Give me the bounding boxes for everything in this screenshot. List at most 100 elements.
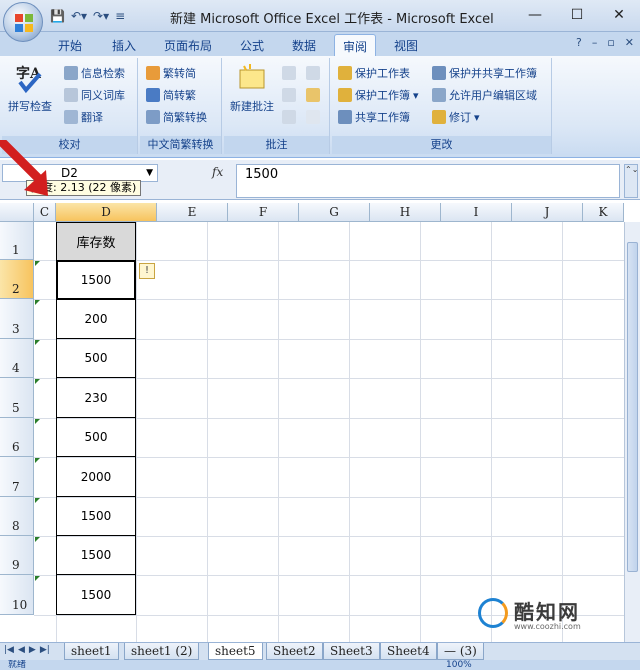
tab-formulas[interactable]: 公式 — [232, 34, 272, 56]
show-all-comments-button[interactable] — [306, 86, 320, 104]
close-book-icon[interactable]: ✕ — [625, 36, 634, 49]
show-all-comments-icon — [306, 88, 320, 102]
row-header-2[interactable]: 2 — [0, 260, 34, 299]
cell-d6[interactable]: 500 — [56, 418, 136, 457]
minimize-book-icon[interactable]: – — [592, 36, 598, 49]
thesaurus-button[interactable]: 同义词库 — [64, 86, 125, 104]
sheet-tab-sheet2[interactable]: Sheet2 — [266, 643, 323, 660]
previous-comment-button[interactable] — [282, 86, 296, 104]
insert-function-icon[interactable]: fx — [212, 165, 223, 179]
sheet-tab-sheet4[interactable]: Sheet4 — [380, 643, 437, 660]
next-comment-button[interactable] — [282, 108, 296, 126]
track-changes-button[interactable]: 修订 ▾ — [432, 108, 480, 126]
column-header-k[interactable]: K — [583, 203, 624, 222]
column-header-c[interactable]: C — [34, 203, 56, 222]
next-sheet-icon[interactable]: ▶ — [29, 645, 36, 655]
redo-icon[interactable]: ↷▾ — [93, 9, 109, 23]
protect-workbook-label: 保护工作簿 — [355, 89, 410, 102]
row-header-4[interactable]: 4 — [0, 339, 34, 378]
customize-qat-icon[interactable]: ≡ — [115, 9, 125, 23]
title-bar: 💾 ↶▾ ↷▾ ≡ 新建 Microsoft Office Excel 工作表 … — [0, 0, 640, 42]
delete-comment-icon — [282, 66, 296, 80]
show-ink-icon — [306, 110, 320, 124]
translate-icon — [64, 110, 78, 124]
column-header-j[interactable]: J — [512, 203, 583, 222]
maximize-icon[interactable]: ☐ — [556, 0, 598, 30]
tab-view[interactable]: 视图 — [386, 34, 426, 56]
simp-to-trad-button[interactable]: 简转繁 — [146, 86, 196, 104]
cell-d9[interactable]: 1500 — [56, 536, 136, 575]
column-header-d[interactable]: D — [56, 203, 157, 222]
row-header-10[interactable]: 10 — [0, 575, 34, 615]
trad-to-simp-button[interactable]: 繁转简 — [146, 64, 196, 82]
restore-book-icon[interactable]: ▫ — [607, 36, 614, 49]
cell-d3[interactable]: 200 — [56, 300, 136, 339]
row-header-1[interactable]: 1 — [0, 222, 34, 260]
expand-formula-bar-icon[interactable]: ⌃⌄ — [624, 164, 638, 198]
cell-d2[interactable]: 1500 — [56, 260, 136, 300]
cell-d8[interactable]: 1500 — [56, 497, 136, 536]
row-header-9[interactable]: 9 — [0, 536, 34, 575]
cell-d4[interactable]: 500 — [56, 339, 136, 378]
show-comment-button[interactable] — [306, 64, 320, 82]
save-icon[interactable]: 💾 — [50, 9, 65, 23]
delete-comment-button[interactable] — [282, 64, 296, 82]
tab-data[interactable]: 数据 — [284, 34, 324, 56]
prev-sheet-icon[interactable]: ◀ — [18, 645, 25, 655]
sheet-tab-extra[interactable]: — (3) — [437, 643, 484, 660]
column-header-h[interactable]: H — [370, 203, 441, 222]
share-workbook-button[interactable]: 共享工作簿 — [338, 108, 410, 126]
tab-review[interactable]: 审阅 — [334, 34, 377, 56]
status-ready: 就绪 — [8, 660, 27, 670]
show-ink-button[interactable] — [306, 108, 320, 126]
undo-icon[interactable]: ↶▾ — [71, 9, 87, 23]
new-comment-button[interactable]: 新建批注 — [226, 62, 278, 114]
tab-insert[interactable]: 插入 — [104, 34, 144, 56]
new-comment-icon — [236, 62, 268, 94]
row-header-8[interactable]: 8 — [0, 497, 34, 536]
formula-input[interactable]: 1500 — [236, 164, 620, 198]
office-button[interactable] — [3, 2, 43, 42]
translate-button[interactable]: 翻译 — [64, 108, 103, 126]
column-header-e[interactable]: E — [157, 203, 228, 222]
last-sheet-icon[interactable]: ▶| — [40, 645, 50, 655]
simp-trad-convert-button[interactable]: 简繁转换 — [146, 108, 207, 126]
watermark-logo: 酷知网 www.coozhi.com — [478, 594, 608, 640]
zoom-level[interactable]: 100% — [446, 660, 472, 670]
protect-workbook-button[interactable]: 保护工作簿 ▾ — [338, 86, 419, 104]
column-header-i[interactable]: I — [441, 203, 512, 222]
cell-d1[interactable]: 库存数 — [56, 222, 136, 261]
worksheet-grid[interactable]: C D E F G H I J K 1 2 3 4 5 6 7 8 9 10 库… — [0, 203, 640, 643]
spell-check-button[interactable]: 字A 拼写检查 — [4, 62, 56, 114]
sheet-tab-sheet3[interactable]: Sheet3 — [323, 643, 380, 660]
minimize-icon[interactable]: — — [514, 0, 556, 30]
tab-home[interactable]: 开始 — [50, 34, 90, 56]
column-header-g[interactable]: G — [299, 203, 370, 222]
sheet-tab-sheet1[interactable]: sheet1 — [64, 643, 119, 660]
spell-check-icon: 字A — [14, 62, 46, 94]
vertical-scroll-thumb[interactable] — [627, 242, 638, 572]
select-all-corner[interactable] — [0, 203, 34, 222]
help-icon[interactable]: ? — [576, 36, 582, 49]
cell-d7[interactable]: 2000 — [56, 457, 136, 497]
first-sheet-icon[interactable]: |◀ — [4, 645, 14, 655]
name-box-dropdown-icon[interactable]: ▼ — [146, 165, 153, 181]
protect-sheet-button[interactable]: 保护工作表 — [338, 64, 410, 82]
research-button[interactable]: 信息检索 — [64, 64, 125, 82]
sheet-tab-sheet5[interactable]: sheet5 — [208, 643, 263, 660]
row-header-7[interactable]: 7 — [0, 457, 34, 497]
cell-d10[interactable]: 1500 — [56, 575, 136, 615]
tab-page-layout[interactable]: 页面布局 — [156, 34, 220, 56]
allow-edit-ranges-button[interactable]: 允许用户编辑区域 — [432, 86, 537, 104]
sheet-tab-sheet1-2[interactable]: sheet1 (2) — [124, 643, 200, 660]
row-header-6[interactable]: 6 — [0, 418, 34, 457]
cell-d5[interactable]: 230 — [56, 378, 136, 418]
error-check-warning-icon[interactable]: ! — [139, 263, 155, 279]
column-header-f[interactable]: F — [228, 203, 299, 222]
error-indicator-icon — [35, 261, 40, 266]
row-header-3[interactable]: 3 — [0, 299, 34, 339]
protect-share-workbook-button[interactable]: 保护并共享工作簿 — [432, 64, 537, 82]
row-header-5[interactable]: 5 — [0, 378, 34, 418]
vertical-scrollbar[interactable] — [624, 222, 640, 643]
close-icon[interactable]: ✕ — [598, 0, 640, 30]
